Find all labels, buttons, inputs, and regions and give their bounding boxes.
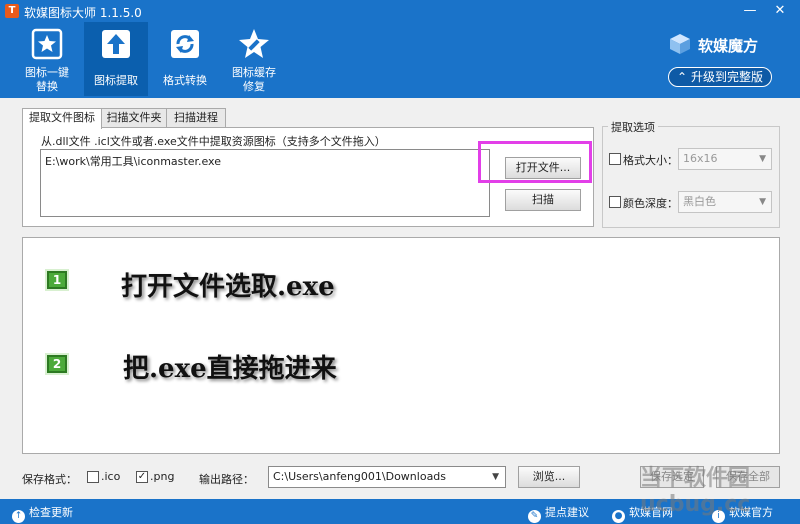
highlight-box: [478, 141, 592, 183]
depth-value: 黑白色: [683, 195, 716, 208]
options-title: 提取选项: [608, 119, 658, 135]
brand-name: 软媒魔方: [698, 37, 759, 55]
window-title: 软媒图标大师 1.1.5.0: [24, 6, 142, 20]
step-badge-1: 1: [47, 271, 67, 289]
double-chevron-up-icon: ⌃: [677, 70, 688, 84]
toolbar-cache-repair[interactable]: 图标缓存 修复: [222, 22, 286, 96]
ico-checkbox[interactable]: [87, 471, 99, 483]
wrench-star-icon: [239, 29, 269, 58]
toolbar-label: 图标提取: [94, 74, 138, 87]
close-button[interactable]: ✕: [770, 3, 790, 19]
icon-drop-area[interactable]: 1 打开文件选取.exe 2 把.exe直接拖进来: [22, 237, 780, 454]
instruction-text-2: 把.exe直接拖进来: [123, 354, 337, 384]
output-path-select[interactable]: C:\Users\anfeng001\Downloads ▼: [268, 466, 506, 488]
tab-scan-folder[interactable]: 扫描文件夹: [101, 108, 167, 128]
output-path-value: C:\Users\anfeng001\Downloads: [273, 470, 447, 483]
minimize-button[interactable]: —: [740, 3, 760, 19]
feedback-icon: ✎: [528, 510, 541, 523]
scan-button[interactable]: 扫描: [505, 189, 581, 211]
depth-select[interactable]: 黑白色 ▼: [678, 191, 772, 213]
output-path-label: 输出路径：: [199, 473, 254, 486]
tab-scan-process[interactable]: 扫描进程: [166, 108, 226, 128]
size-checkbox[interactable]: [609, 153, 621, 165]
toolbar-label: 图标缓存: [232, 66, 276, 79]
instruction-text-1: 打开文件选取.exe: [121, 272, 335, 302]
suggest-label: 提点建议: [545, 506, 589, 519]
watermark: 当下软件园 ucbug.cc: [640, 466, 751, 517]
arrow-up-icon: ↑: [12, 510, 25, 523]
toolbar-label: 修复: [243, 80, 265, 93]
size-value: 16x16: [683, 152, 718, 165]
suggest-link[interactable]: ✎ 提点建议: [528, 504, 589, 523]
browse-button[interactable]: 浏览...: [518, 466, 580, 488]
upload-icon: [102, 30, 130, 58]
check-update-label: 检查更新: [29, 506, 73, 519]
toolbar-replace-icon[interactable]: 图标一键 替换: [15, 22, 79, 96]
app-icon: T: [5, 4, 19, 18]
refresh-icon: [171, 30, 199, 58]
tab-extract-file[interactable]: 提取文件图标: [22, 108, 102, 129]
chevron-down-icon: ▼: [759, 197, 766, 207]
upgrade-button[interactable]: ⌃ 升级到完整版: [668, 67, 772, 87]
toolbar-label: 格式转换: [163, 74, 207, 87]
check-update-link[interactable]: ↑ 检查更新: [12, 504, 73, 523]
depth-checkbox[interactable]: [609, 196, 621, 208]
size-select[interactable]: 16x16 ▼: [678, 148, 772, 170]
save-format-label: 保存格式：: [22, 473, 77, 486]
extract-description: 从.dll文件 .icl文件或者.exe文件中提取资源图标（支持多个文件拖入）: [41, 135, 386, 148]
chevron-down-icon: ▼: [492, 472, 499, 482]
globe-icon: ●: [612, 510, 625, 523]
depth-label: 颜色深度：: [623, 197, 678, 210]
png-checkbox[interactable]: ✓: [136, 471, 148, 483]
toolbar-format-convert[interactable]: 格式转换: [153, 22, 217, 96]
size-label: 格式大小：: [623, 154, 678, 167]
toolbar-label: 替换: [36, 80, 58, 93]
header-toolbar: T 软媒图标大师 1.1.5.0 — ✕ 图标一键 替换 图标提取 格式转换 图…: [0, 0, 800, 98]
title-bar: T 软媒图标大师 1.1.5.0 — ✕: [0, 0, 800, 22]
chevron-down-icon: ▼: [759, 154, 766, 164]
cube-icon: [670, 34, 690, 54]
ico-label: .ico: [101, 470, 121, 483]
toolbar-extract-icon[interactable]: 图标提取: [84, 22, 148, 96]
toolbar-label: 图标一键: [25, 66, 69, 79]
png-label: .png: [150, 470, 175, 483]
brand-logo: 软媒魔方: [668, 32, 788, 56]
file-path-input[interactable]: E:\work\常用工具\iconmaster.exe: [40, 149, 490, 217]
upgrade-label: 升级到完整版: [690, 70, 763, 84]
step-badge-2: 2: [47, 355, 67, 373]
star-icon: [31, 28, 63, 60]
